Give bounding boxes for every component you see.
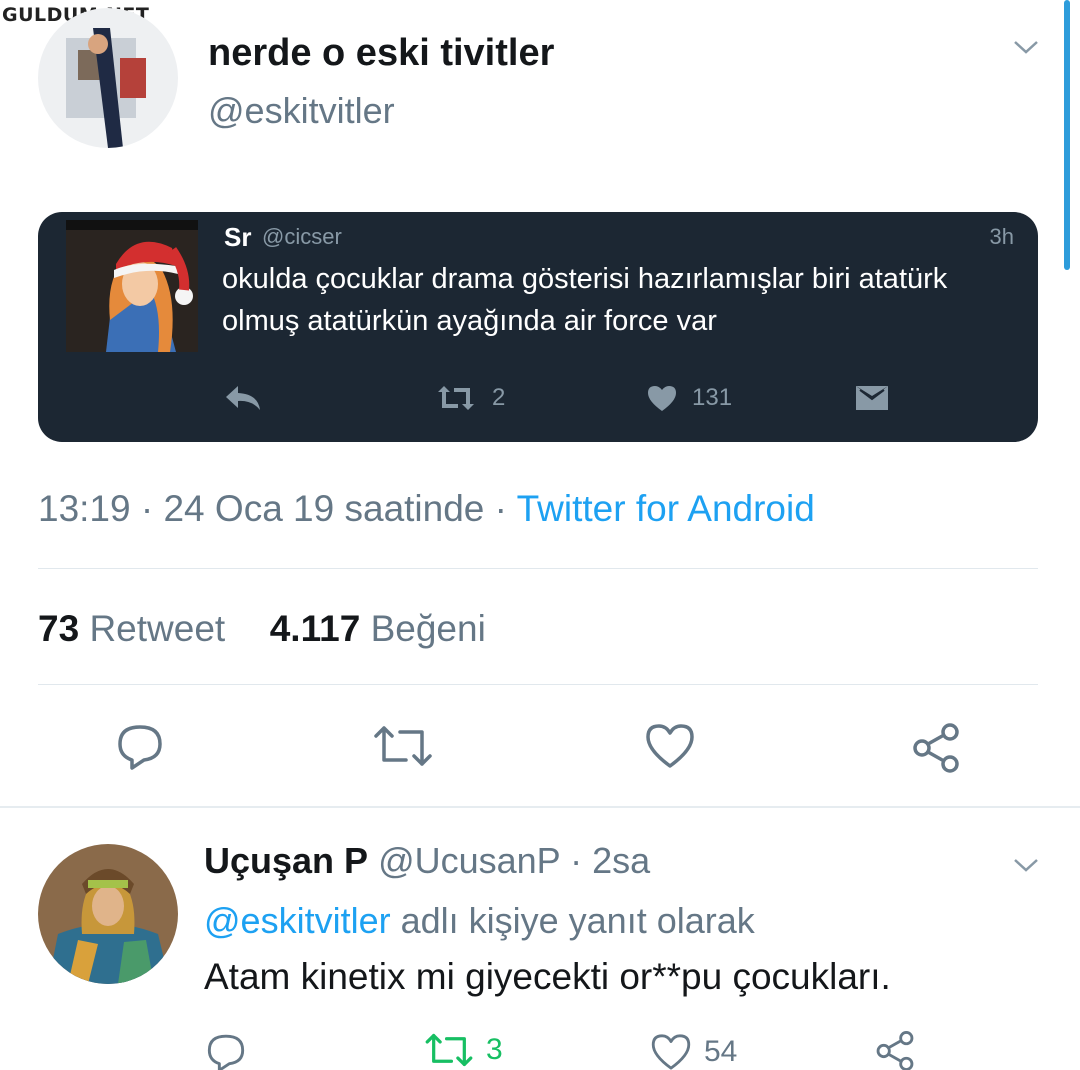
reply-icon (118, 725, 162, 770)
reply-author-handle[interactable]: @UcusanP (378, 840, 560, 881)
author-name[interactable]: nerde o eski tivitler (208, 32, 554, 75)
reply-reply-button[interactable] (206, 1032, 246, 1070)
reply-text: Atam kinetix mi giyecekti or**pu çocukla… (204, 956, 891, 997)
tweet-time: 13:19 (38, 488, 131, 529)
reply-retweet-count: 3 (486, 1033, 503, 1066)
chevron-down-icon[interactable] (1012, 856, 1040, 874)
dm-icon (856, 386, 888, 410)
reply-like-button[interactable]: 54 (650, 1032, 737, 1070)
share-icon (913, 723, 959, 773)
quoted-dm-button[interactable] (854, 384, 890, 412)
reply-time: 2sa (592, 840, 651, 881)
like-label[interactable]: Beğeni (371, 608, 486, 649)
retweet-button[interactable] (372, 724, 434, 768)
chevron-down-icon[interactable] (1012, 38, 1040, 56)
tweet-timestamp-line: 13:19 · 24 Oca 19 saatinde · Twitter for… (38, 488, 815, 530)
author-avatar[interactable] (38, 8, 178, 148)
meta-separator: · (140, 488, 154, 529)
quoted-retweet-count: 2 (492, 384, 506, 411)
retweet-icon (438, 386, 474, 410)
quoted-like-count: 131 (692, 384, 733, 411)
reply-share-button[interactable] (874, 1030, 916, 1070)
reply-author-name[interactable]: Uçuşan P (204, 840, 368, 881)
reply-to-line: @eskitvitler adlı kişiye yanıt olarak (204, 900, 755, 942)
retweet-icon (425, 1033, 473, 1067)
divider (38, 684, 1038, 685)
quoted-author-handle[interactable]: @cicser (262, 224, 342, 250)
quoted-author-name[interactable]: Sr (224, 222, 251, 253)
reply-author-line[interactable]: Uçuşan P @UcusanP · 2sa (204, 840, 650, 882)
scrollbar[interactable] (1064, 0, 1070, 270)
engagement-counts: 73 Retweet 4.117 Beğeni (38, 608, 486, 650)
share-icon (876, 1031, 914, 1070)
reply-icon (207, 1034, 245, 1070)
quoted-author-avatar (66, 220, 198, 352)
like-count[interactable]: 4.117 (270, 608, 361, 649)
retweet-label[interactable]: Retweet (89, 608, 225, 649)
quoted-retweet-button[interactable]: 2 (434, 384, 505, 412)
quoted-reply-button[interactable] (224, 384, 262, 412)
tweet-date: 24 Oca 19 saatinde (163, 488, 485, 529)
meta-separator: · (494, 488, 507, 529)
quoted-tweet-card[interactable]: Sr @cicser 3h okulda çocuklar drama göst… (38, 212, 1038, 442)
divider (38, 568, 1038, 569)
reply-button[interactable] (116, 722, 164, 770)
heart-icon (648, 386, 676, 411)
quoted-like-button[interactable]: 131 (646, 384, 732, 412)
reply-retweet-button[interactable]: 3 (424, 1032, 503, 1068)
heart-icon (646, 724, 694, 768)
heart-icon (651, 1034, 691, 1070)
quoted-tweet-text: okulda çocuklar drama gösterisi hazırlam… (222, 263, 948, 337)
quoted-tweet-time: 3h (989, 224, 1014, 249)
reply-icon (226, 386, 260, 410)
reply-separator: · (570, 840, 583, 881)
retweet-count[interactable]: 73 (38, 608, 79, 649)
tweet-source-link[interactable]: Twitter for Android (517, 488, 815, 529)
reply-like-count: 54 (704, 1035, 738, 1068)
divider (0, 806, 1080, 808)
reply-mention-link[interactable]: @eskitvitler (204, 900, 391, 941)
reply-to-suffix: adlı kişiye yanıt olarak (400, 900, 755, 941)
share-button[interactable] (910, 722, 962, 774)
like-button[interactable] (644, 722, 696, 770)
reply-author-avatar[interactable] (38, 844, 178, 984)
author-handle[interactable]: @eskitvitler (208, 90, 395, 132)
retweet-icon (374, 726, 432, 766)
